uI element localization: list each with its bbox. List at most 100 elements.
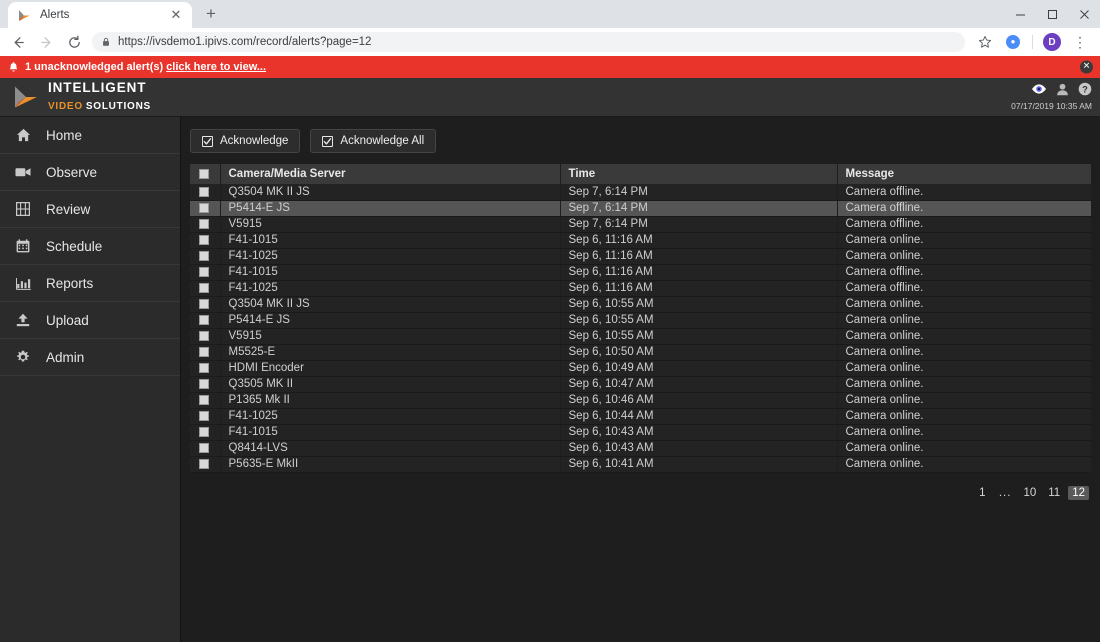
alert-bar-close-icon[interactable]: ✕	[1080, 60, 1093, 74]
table-row[interactable]: F41-1025 Sep 6, 10:44 AM Camera online.	[190, 408, 1092, 425]
browser-tab[interactable]: Alerts ✕	[8, 2, 192, 28]
row-select-cell[interactable]	[190, 408, 221, 425]
column-header-message[interactable]: Message	[837, 164, 1092, 184]
table-row[interactable]: HDMI Encoder Sep 6, 10:49 AM Camera online…	[190, 360, 1092, 377]
table-row[interactable]: F41-1025 Sep 6, 11:16 AM Camera offline.	[190, 280, 1092, 297]
row-select-cell[interactable]	[190, 328, 221, 345]
row-select-cell[interactable]	[190, 440, 221, 457]
pagination-page[interactable]: 11	[1044, 486, 1064, 500]
cell-camera-name: HDMI Encoder	[220, 360, 561, 377]
minimize-icon[interactable]	[1004, 0, 1036, 28]
row-select-cell[interactable]	[190, 344, 221, 361]
help-icon[interactable]: ?	[1078, 82, 1092, 96]
row-checkbox[interactable]	[199, 282, 209, 293]
column-header-time[interactable]: Time	[560, 164, 838, 184]
sidebar-item-reports[interactable]: Reports	[0, 265, 180, 302]
row-select-cell[interactable]	[190, 280, 221, 297]
sidebar-label-upload: Upload	[46, 312, 89, 328]
row-checkbox[interactable]	[199, 458, 209, 469]
table-row[interactable]: F41-1015 Sep 6, 10:43 AM Camera online.	[190, 424, 1092, 441]
sidebar-item-review[interactable]: Review	[0, 191, 180, 228]
cell-camera-name: V5915	[220, 328, 561, 345]
header-datetime: 07/17/2019 10:35 AM	[1011, 101, 1092, 111]
maximize-icon[interactable]	[1036, 0, 1068, 28]
row-select-cell[interactable]	[190, 216, 221, 233]
table-row[interactable]: F41-1015 Sep 6, 11:16 AM Camera online.	[190, 232, 1092, 249]
alert-bar-link[interactable]: click here to view...	[166, 61, 266, 73]
sidebar-label-schedule: Schedule	[46, 238, 103, 254]
eye-icon[interactable]	[1031, 83, 1047, 95]
sidebar-item-home[interactable]: Home	[0, 117, 180, 154]
pagination-page[interactable]: 10	[1019, 486, 1040, 500]
table-row[interactable]: P5414-E JS Sep 7, 6:14 PM Camera offline.	[190, 200, 1092, 217]
row-select-cell[interactable]	[190, 232, 221, 249]
app-logo[interactable]: INTELLIGENT VIDEO SOLUTIONS	[0, 81, 151, 113]
acknowledge-button[interactable]: Acknowledge	[190, 129, 301, 153]
row-select-cell[interactable]	[190, 424, 221, 441]
row-checkbox[interactable]	[199, 410, 209, 421]
row-select-cell[interactable]	[190, 456, 221, 473]
browser-menu-icon[interactable]: ⋮	[1068, 30, 1092, 54]
row-select-cell[interactable]	[190, 376, 221, 393]
table-row[interactable]: P5635-E MkII Sep 6, 10:41 AM Camera online…	[190, 456, 1092, 473]
row-checkbox[interactable]	[199, 378, 209, 389]
address-bar[interactable]: https://ivsdemo1.ipivs.com/record/alerts…	[92, 32, 965, 52]
table-row[interactable]: M5525-E Sep 6, 10:50 AM Camera online.	[190, 344, 1092, 361]
close-icon[interactable]	[1068, 0, 1100, 28]
table-row[interactable]: V5915 Sep 7, 6:14 PM Camera offline.	[190, 216, 1092, 233]
sidebar-item-observe[interactable]: Observe	[0, 154, 180, 191]
user-icon[interactable]	[1056, 83, 1069, 96]
row-checkbox[interactable]	[199, 202, 209, 213]
row-checkbox[interactable]	[199, 346, 209, 357]
row-checkbox[interactable]	[199, 426, 209, 437]
cell-time: Sep 6, 11:16 AM	[560, 248, 838, 265]
table-row[interactable]: F41-1025 Sep 6, 11:16 AM Camera online.	[190, 248, 1092, 265]
table-row[interactable]: Q3505 MK II Sep 6, 10:47 AM Camera online.	[190, 376, 1092, 393]
table-row[interactable]: Q3504 MK II JS Sep 7, 6:14 PM Camera offli…	[190, 184, 1092, 201]
table-row[interactable]: P5414-E JS Sep 6, 10:55 AM Camera online.	[190, 312, 1092, 329]
row-select-cell[interactable]	[190, 264, 221, 281]
acknowledge-all-button[interactable]: Acknowledge All	[310, 129, 437, 153]
table-row[interactable]: F41-1015 Sep 6, 11:16 AM Camera offline.	[190, 264, 1092, 281]
table-row[interactable]: Q8414-LVS Sep 6, 10:43 AM Camera online.	[190, 440, 1092, 457]
row-checkbox[interactable]	[199, 186, 209, 197]
forward-icon[interactable]	[34, 30, 58, 54]
row-select-cell[interactable]	[190, 360, 221, 377]
row-checkbox[interactable]	[199, 362, 209, 373]
row-checkbox[interactable]	[199, 218, 209, 229]
back-icon[interactable]	[6, 30, 30, 54]
table-row[interactable]: P1365 Mk II Sep 6, 10:46 AM Camera online.	[190, 392, 1092, 409]
row-checkbox[interactable]	[199, 234, 209, 245]
toolbar-divider	[1032, 35, 1033, 49]
table-row[interactable]: Q3504 MK II JS Sep 6, 10:55 AM Camera onli…	[190, 296, 1092, 313]
pagination-page[interactable]: 12	[1068, 485, 1089, 500]
row-select-cell[interactable]	[190, 184, 221, 201]
select-all-checkbox[interactable]	[199, 168, 209, 179]
row-select-cell[interactable]	[190, 296, 221, 313]
table-row[interactable]: V5915 Sep 6, 10:55 AM Camera online.	[190, 328, 1092, 345]
row-checkbox[interactable]	[199, 250, 209, 261]
sidebar-item-upload[interactable]: Upload	[0, 302, 180, 339]
row-checkbox[interactable]	[199, 442, 209, 453]
new-tab-button[interactable]: +	[198, 2, 224, 28]
extension-icon[interactable]: ●	[1001, 30, 1025, 54]
pagination-page[interactable]: 1	[974, 486, 991, 500]
row-checkbox[interactable]	[199, 314, 209, 325]
sidebar-item-schedule[interactable]: Schedule	[0, 228, 180, 265]
column-header-camera[interactable]: Camera/Media Server	[220, 164, 561, 184]
star-icon[interactable]	[973, 30, 997, 54]
reload-icon[interactable]	[62, 30, 86, 54]
row-select-cell[interactable]	[190, 248, 221, 265]
sidebar-item-admin[interactable]: Admin	[0, 339, 180, 376]
row-checkbox[interactable]	[199, 330, 209, 341]
row-select-cell[interactable]	[190, 200, 221, 217]
row-checkbox[interactable]	[199, 394, 209, 405]
row-select-cell[interactable]	[190, 312, 221, 329]
tab-close-icon[interactable]: ✕	[168, 7, 184, 23]
row-checkbox[interactable]	[199, 266, 209, 277]
profile-avatar[interactable]: D	[1040, 30, 1064, 54]
select-all-header[interactable]	[190, 164, 221, 184]
row-select-cell[interactable]	[190, 392, 221, 409]
alerts-table-head: Camera/Media Server Time Message	[190, 164, 1092, 184]
row-checkbox[interactable]	[199, 298, 209, 309]
